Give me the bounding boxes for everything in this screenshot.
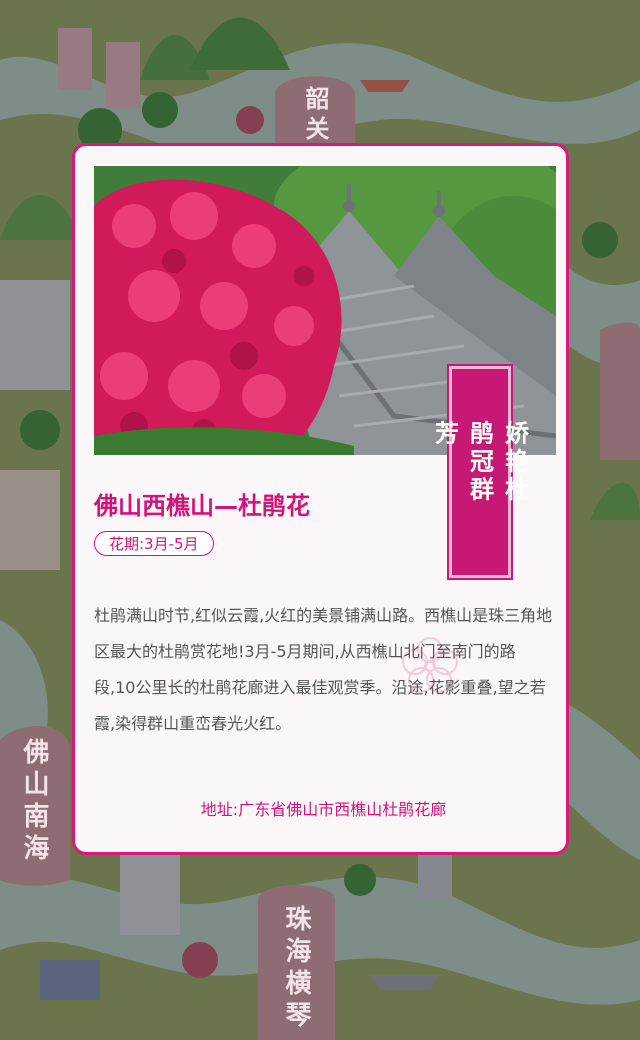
map-label-zhuhai-hengqin: 珠海横琴 (281, 905, 311, 1033)
card-address: 地址:广东省佛山市西樵山杜鹃花廊 (200, 800, 447, 819)
map-label-foshan-nanhai: 佛山南海 (19, 738, 49, 866)
card-description: 杜鹃满山时节,红似云霞,火红的美景铺满山路。西樵山是珠三角地区最大的杜鹃赏花地!… (94, 606, 553, 733)
flower-period-badge: 花期:3月-5月 (94, 531, 214, 556)
info-card: 娇艳杜鹃冠群芳 佛山西樵山—杜鹃花 花期:3月-5月 杜鹃满山时节,红似云霞,火… (72, 143, 569, 855)
map-label-shaoguan: 韶关 (301, 86, 329, 146)
slogan-text: 娇艳杜鹃冠群芳 (430, 420, 529, 505)
slogan-ribbon: 娇艳杜鹃冠群芳 (431, 364, 529, 580)
card-title: 佛山西樵山—杜鹃花 (94, 492, 310, 520)
